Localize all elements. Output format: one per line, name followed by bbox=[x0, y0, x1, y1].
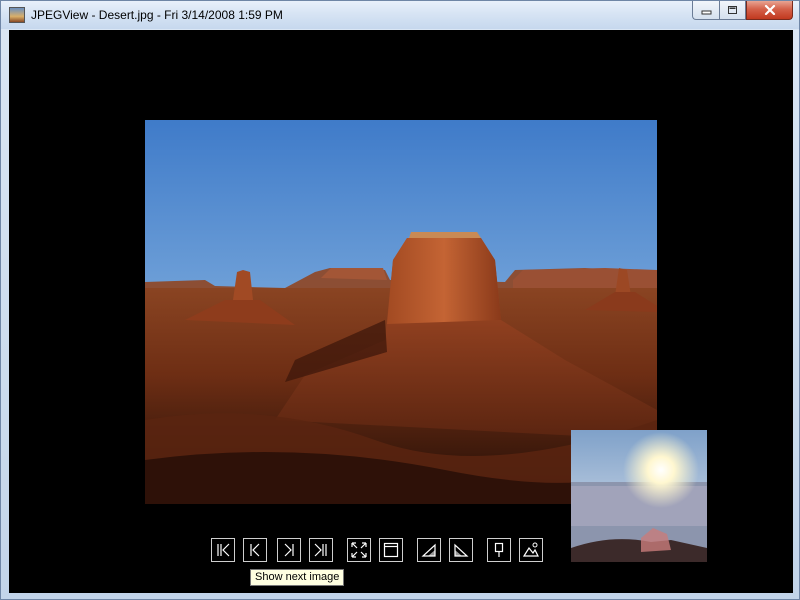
previous-icon bbox=[250, 543, 260, 557]
caption-buttons bbox=[692, 1, 793, 21]
close-button[interactable] bbox=[746, 1, 793, 20]
sunrise-photo bbox=[571, 430, 707, 562]
pin-icon bbox=[494, 542, 504, 557]
rotate-right-icon bbox=[454, 543, 469, 557]
title-bar[interactable]: JPEGView - Desert.jpg - Fri 3/14/2008 1:… bbox=[1, 1, 799, 29]
skip-first-icon bbox=[217, 543, 230, 557]
landscape-mode-button[interactable] bbox=[519, 538, 543, 562]
minimize-button[interactable] bbox=[692, 1, 719, 20]
maximize-icon bbox=[728, 6, 737, 14]
tooltip: Show next image bbox=[250, 569, 345, 586]
rotate-left-button[interactable] bbox=[417, 538, 441, 562]
image-icon bbox=[9, 7, 25, 23]
app-window: JPEGView - Desert.jpg - Fri 3/14/2008 1:… bbox=[0, 0, 800, 600]
keep-params-button[interactable] bbox=[487, 538, 511, 562]
last-image-button[interactable] bbox=[309, 538, 333, 562]
maximize-button[interactable] bbox=[719, 1, 746, 20]
navigator-thumbnail[interactable] bbox=[571, 430, 707, 562]
next-image-button[interactable] bbox=[277, 538, 301, 562]
rotate-left-icon bbox=[421, 543, 436, 557]
close-icon bbox=[764, 5, 775, 15]
previous-image-button[interactable] bbox=[243, 538, 267, 562]
fit-to-screen-button[interactable] bbox=[347, 538, 371, 562]
first-image-button[interactable] bbox=[211, 538, 235, 562]
window-title: JPEGView - Desert.jpg - Fri 3/14/2008 1:… bbox=[31, 8, 283, 22]
minimize-icon bbox=[701, 10, 711, 14]
next-icon bbox=[284, 543, 294, 557]
image-viewport[interactable]: Show next image bbox=[9, 30, 793, 593]
skip-last-icon bbox=[314, 543, 327, 557]
landscape-icon bbox=[522, 542, 539, 557]
fit-screen-icon bbox=[351, 542, 367, 558]
window-mode-button[interactable] bbox=[379, 538, 403, 562]
rotate-right-button[interactable] bbox=[449, 538, 473, 562]
window-icon bbox=[383, 542, 399, 558]
